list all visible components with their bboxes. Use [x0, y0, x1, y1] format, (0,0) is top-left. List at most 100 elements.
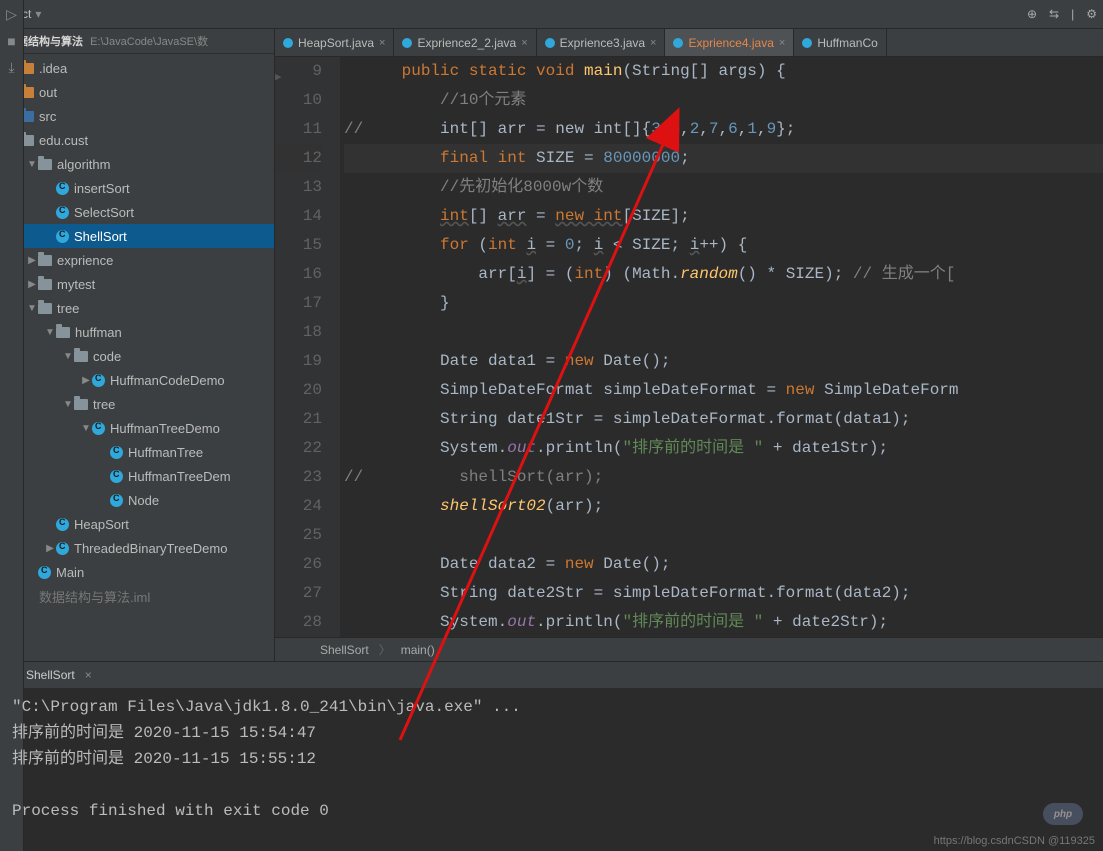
code-line[interactable]: String date1Str = simpleDateFormat.forma… — [344, 405, 1103, 434]
code-line[interactable]: } — [344, 289, 1103, 318]
tree-item-algorithm[interactable]: ▼algorithm — [0, 152, 274, 176]
tree-item-ThreadedBinaryTreeDemo[interactable]: ▶ThreadedBinaryTreeDemo — [0, 536, 274, 560]
tree-item-code[interactable]: ▼ code — [0, 344, 274, 368]
tree-item-tree[interactable]: ▼tree — [0, 392, 274, 416]
stop-icon[interactable]: ■ — [7, 33, 15, 49]
code-line[interactable]: final int SIZE = 80000000; — [344, 144, 1103, 173]
download-icon[interactable]: ⤓ — [8, 59, 14, 76]
code-line[interactable]: String date2Str = simpleDateFormat.forma… — [344, 579, 1103, 608]
tree-item-src[interactable]: src — [0, 104, 274, 128]
class-icon — [56, 230, 69, 243]
tree-item-mytest[interactable]: ▶mytest — [0, 272, 274, 296]
tree-item-Main[interactable]: Main — [0, 560, 274, 584]
close-icon[interactable]: × — [521, 37, 527, 49]
tree-item-HuffmanTree[interactable]: HuffmanTree — [0, 440, 274, 464]
expand-icon[interactable]: ▶ — [26, 279, 38, 290]
expand-icon[interactable]: ▶ — [80, 375, 92, 386]
code-line[interactable] — [344, 521, 1103, 550]
class-icon — [110, 446, 123, 459]
expand-icon[interactable]: ▼ — [62, 399, 74, 410]
project-tree[interactable]: .ideaout src ▼edu.cust▼algorithminsertSort… — [0, 54, 274, 661]
tab-label: Exprience4.java — [688, 36, 773, 50]
rerun-icon[interactable]: ▷ — [6, 6, 17, 23]
run-tool-window: ShellSort × ▷ ■ ⤓ "C:\Program Files\Java… — [0, 661, 1103, 851]
gear-icon[interactable]: ⚙ — [1086, 7, 1097, 21]
tree-label: Node — [128, 493, 159, 508]
code-line[interactable]: System.out.println("排序前的时间是 " + date1Str… — [344, 434, 1103, 463]
divider: | — [1071, 7, 1074, 21]
code-line[interactable]: //10个元素 — [344, 86, 1103, 115]
expand-icon[interactable]: ▼ — [26, 303, 38, 314]
tree-item-insertSort[interactable]: insertSort — [0, 176, 274, 200]
tree-item-ShellSort[interactable]: ShellSort — [0, 224, 274, 248]
code-line[interactable]: int[] arr = new int[SIZE]; — [344, 202, 1103, 231]
tree-item-out[interactable]: out — [0, 80, 274, 104]
tree-item-Node[interactable]: Node — [0, 488, 274, 512]
line-number: 26 — [275, 550, 322, 579]
code-line[interactable]: arr[i] = (int) (Math.random() * SIZE); /… — [344, 260, 1103, 289]
tree-item-HuffmanTreeDem[interactable]: HuffmanTreeDem — [0, 464, 274, 488]
java-file-icon — [283, 38, 293, 48]
code-line[interactable]: // shellSort(arr); — [344, 463, 1103, 492]
code-line[interactable]: Date data1 = new Date(); — [344, 347, 1103, 376]
code-line[interactable] — [344, 318, 1103, 347]
editor-tab[interactable]: Exprience3.java× — [537, 29, 666, 56]
project-sidebar: 数据结构与算法 E:\JavaCode\JavaSE\数 .ideaoutsrc… — [0, 29, 275, 661]
breadcrumb[interactable]: ShellSort 〉 main() — [275, 637, 1103, 661]
console-tab[interactable]: ShellSort × — [0, 662, 1103, 688]
close-icon[interactable]: × — [779, 37, 785, 49]
code-line[interactable]: // int[] arr = new int[]{3,4,2,7,6,1,9}; — [344, 115, 1103, 144]
code-line[interactable]: public static void main(String[] args) { — [344, 57, 1103, 86]
code-line[interactable]: shellSort02(arr); — [344, 492, 1103, 521]
java-file-icon — [402, 38, 412, 48]
breadcrumb-method[interactable]: main() — [401, 643, 435, 657]
tree-item-HuffmanTreeDemo[interactable]: ▼ HuffmanTreeDemo — [0, 416, 274, 440]
code-line[interactable]: Date data2 = new Date(); — [344, 550, 1103, 579]
code-line[interactable]: //先初始化8000w个数 — [344, 173, 1103, 202]
tree-item-HuffmanCodeDemo[interactable]: ▶HuffmanCodeDemo — [0, 368, 274, 392]
expand-icon[interactable]: ▼ — [80, 423, 92, 434]
expand-icon[interactable]: ▼ — [62, 351, 74, 362]
expand-icon[interactable]: ▼ — [44, 327, 56, 338]
close-icon[interactable]: × — [85, 668, 92, 682]
close-icon[interactable]: × — [379, 37, 385, 49]
breadcrumb-class[interactable]: ShellSort — [320, 643, 369, 657]
watermark: https://blog.csdnCSDN @119325 — [934, 835, 1095, 847]
tree-item-.idea[interactable]: .idea — [0, 56, 274, 80]
editor-tabs[interactable]: HeapSort.java×Exprience2_2.java×Exprienc… — [275, 29, 1103, 57]
code-line[interactable]: SimpleDateFormat simpleDateFormat = new … — [344, 376, 1103, 405]
console-output[interactable]: "C:\Program Files\Java\jdk1.8.0_241\bin\… — [0, 688, 1103, 851]
java-file-icon — [802, 38, 812, 48]
close-icon[interactable]: × — [650, 37, 656, 49]
expand-icon[interactable]: ▼ — [26, 159, 38, 170]
code-line[interactable]: System.out.println("排序前的时间是 " + date2Str… — [344, 608, 1103, 637]
editor-tab[interactable]: HeapSort.java× — [275, 29, 394, 56]
tree-label: code — [93, 349, 121, 364]
tree-label: src — [39, 109, 56, 124]
line-number: 24 — [275, 492, 322, 521]
tree-label: Main — [56, 565, 84, 580]
tree-item-HeapSort[interactable]: HeapSort — [0, 512, 274, 536]
tree-item-edu.cust[interactable]: ▼edu.cust — [0, 128, 274, 152]
tree-item-tree[interactable]: ▼tree — [0, 296, 274, 320]
line-gutter: ▶910111213141516171819202122232425262728… — [275, 57, 340, 637]
editor-tab[interactable]: Exprience2_2.java× — [394, 29, 536, 56]
tree-item-exprience[interactable]: ▶ exprience — [0, 248, 274, 272]
line-number: 18 — [275, 318, 322, 347]
editor-tab[interactable]: Exprience4.java × — [665, 29, 794, 56]
expand-icon[interactable]: ▶ — [44, 543, 56, 554]
tree-item-数据结构与算法.iml[interactable]: 数据结构与算法.iml — [0, 584, 274, 608]
tree-item-huffman[interactable]: ▼huffman — [0, 320, 274, 344]
tree-label: exprience — [57, 253, 113, 268]
collapse-icon[interactable]: ⇆ — [1049, 7, 1059, 21]
class-icon — [56, 206, 69, 219]
code-editor[interactable]: ▶910111213141516171819202122232425262728… — [275, 57, 1103, 637]
tree-label: HuffmanTreeDemo — [110, 421, 220, 436]
line-number: 27 — [275, 579, 322, 608]
editor-tab[interactable]: HuffmanCo — [794, 29, 886, 56]
target-icon[interactable]: ⊕ — [1027, 7, 1037, 21]
code-content[interactable]: public static void main(String[] args) {… — [340, 57, 1103, 637]
code-line[interactable]: for (int i = 0; i < SIZE; i++) { — [344, 231, 1103, 260]
expand-icon[interactable]: ▶ — [26, 255, 38, 266]
tree-item-SelectSort[interactable]: SelectSort — [0, 200, 274, 224]
